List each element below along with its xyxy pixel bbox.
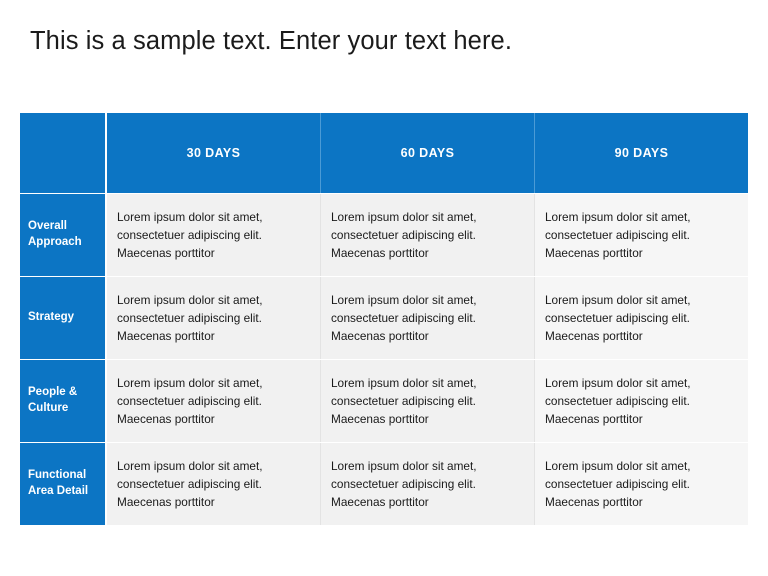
table-row: Overall Approach Lorem ipsum dolor sit a… [20, 194, 748, 276]
column-header-90-days: 90 DAYS [534, 113, 748, 193]
cell-text: Lorem ipsum dolor sit amet, consectetuer… [331, 292, 477, 344]
table-cell: Lorem ipsum dolor sit amet, consectetuer… [320, 443, 534, 525]
cell-text: Lorem ipsum dolor sit amet, consectetuer… [117, 292, 263, 344]
row-label-overall-approach: Overall Approach [20, 194, 105, 276]
cell-text: Lorem ipsum dolor sit amet, consectetuer… [117, 375, 263, 427]
table-cell: Lorem ipsum dolor sit amet, consectetuer… [320, 360, 534, 442]
table-cell: Lorem ipsum dolor sit amet, consectetuer… [107, 443, 320, 525]
cell-text: Lorem ipsum dolor sit amet, consectetuer… [117, 458, 263, 510]
table-cell: Lorem ipsum dolor sit amet, consectetuer… [320, 194, 534, 276]
table-cell: Lorem ipsum dolor sit amet, consectetuer… [107, 194, 320, 276]
table-header-row: 30 DAYS 60 DAYS 90 DAYS [20, 113, 748, 193]
table-row: Strategy Lorem ipsum dolor sit amet, con… [20, 277, 748, 359]
table-cell: Lorem ipsum dolor sit amet, consectetuer… [107, 360, 320, 442]
cell-text: Lorem ipsum dolor sit amet, consectetuer… [331, 458, 477, 510]
row-label-functional-area-detail: Functional Area Detail [20, 443, 105, 525]
cell-text: Lorem ipsum dolor sit amet, consectetuer… [545, 209, 691, 261]
cell-text: Lorem ipsum dolor sit amet, consectetuer… [545, 292, 691, 344]
row-label-strategy: Strategy [20, 277, 105, 359]
row-label-people-and-culture: People & Culture [20, 360, 105, 442]
cell-text: Lorem ipsum dolor sit amet, consectetuer… [331, 209, 477, 261]
slide-canvas: This is a sample text. Enter your text h… [0, 0, 768, 576]
table-cell: Lorem ipsum dolor sit amet, consectetuer… [320, 277, 534, 359]
table-row: People & Culture Lorem ipsum dolor sit a… [20, 360, 748, 442]
column-header-30-days: 30 DAYS [107, 113, 320, 193]
timeline-matrix-table: 30 DAYS 60 DAYS 90 DAYS Overall Approach… [20, 113, 748, 525]
column-header-60-days: 60 DAYS [320, 113, 534, 193]
table-corner-cell [20, 113, 105, 193]
page-title: This is a sample text. Enter your text h… [30, 27, 513, 55]
table-cell: Lorem ipsum dolor sit amet, consectetuer… [534, 277, 748, 359]
cell-text: Lorem ipsum dolor sit amet, consectetuer… [117, 209, 263, 261]
table-cell: Lorem ipsum dolor sit amet, consectetuer… [534, 194, 748, 276]
cell-text: Lorem ipsum dolor sit amet, consectetuer… [545, 458, 691, 510]
cell-text: Lorem ipsum dolor sit amet, consectetuer… [331, 375, 477, 427]
cell-text: Lorem ipsum dolor sit amet, consectetuer… [545, 375, 691, 427]
table-row: Functional Area Detail Lorem ipsum dolor… [20, 443, 748, 525]
table-cell: Lorem ipsum dolor sit amet, consectetuer… [534, 360, 748, 442]
table-cell: Lorem ipsum dolor sit amet, consectetuer… [107, 277, 320, 359]
table-cell: Lorem ipsum dolor sit amet, consectetuer… [534, 443, 748, 525]
